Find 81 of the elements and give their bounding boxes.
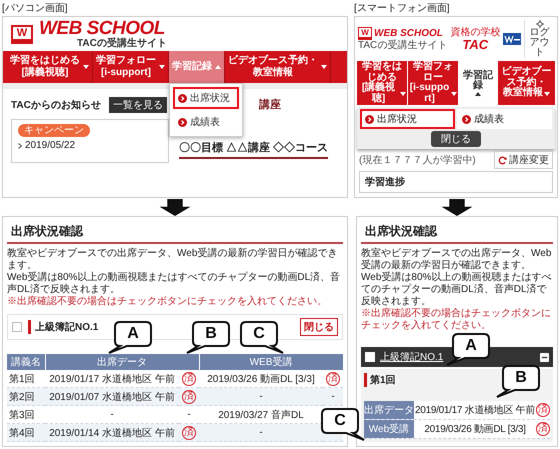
gear-icon (536, 20, 544, 28)
brand-name: TAC (462, 38, 488, 51)
refresh-icon (498, 156, 507, 164)
menu-item[interactable]: 出席状況 (360, 109, 455, 129)
logo-title: WEB SCHOOL (374, 28, 443, 39)
progress-title: 学習進捗 (365, 177, 405, 188)
chevron-circle-icon (178, 94, 187, 102)
news-date: 2019/05/22 (25, 140, 76, 151)
table-cell: 2019/01/07 水道橋地区 午前 (45, 388, 179, 406)
down-arrow-icon (159, 198, 191, 216)
table-cell-text: 2019/01/17 水道橋地区 午前 (414, 404, 536, 418)
collapse-icon[interactable] (540, 352, 549, 362)
page-title: 出席状況確認 (7, 221, 343, 244)
view-all-button[interactable]: 一覧を見る (108, 97, 167, 113)
section-caption: [スマートフォン画面] (354, 2, 450, 16)
chevron-circle-icon (365, 114, 374, 124)
callout: C (239, 320, 285, 355)
down-arrow-icon (441, 198, 473, 216)
notice-text: ※出席確認不要の場合はチェックボタンにチェックを入れてください。 (361, 308, 552, 332)
logo-subtitle: TACの受講生サイト (358, 40, 448, 51)
table-cell: - (199, 424, 323, 442)
done-stamp: 済 (182, 426, 196, 440)
nav-item[interactable]: ビデオブース予約・ 教室情報 (498, 61, 555, 105)
nav-item[interactable]: ビデオブース予約・ 教室情報 (225, 51, 330, 83)
lecture-title: 第1回 (364, 373, 396, 387)
description-text: 教室やビデオブースでの出席データ、Web受講の最新の学習日が確認できます。 (361, 248, 552, 272)
menu-item[interactable]: 成績表 (457, 109, 552, 129)
callout: B (495, 364, 541, 399)
row-label: Web受講 (364, 420, 414, 438)
change-course-button[interactable]: 講座変更 (494, 151, 553, 169)
column-header: 出席データ (45, 354, 199, 370)
menu-item[interactable]: 成績表 (173, 111, 239, 133)
description-text: Web受講は80%以上の動画視聴またはすべてのチャプターの動画DL済、音声DL済で反映されます。 (7, 272, 342, 296)
done-stamp: 済 (326, 372, 340, 386)
table-cell: 第2回 (7, 388, 45, 406)
chevron-icon (18, 142, 22, 148)
logo-subtitle: TACの受講生サイト (77, 38, 167, 49)
dash-text: - (331, 391, 335, 402)
logo-title: WEB SCHOOL (39, 19, 166, 38)
logo-mark: W (358, 27, 372, 40)
table-cell-text: 2019/03/26 動画DL [3/3] (423, 423, 527, 437)
notice-text: ※出席確認不要の場合はチェックボタンにチェックを入れてください。 (7, 296, 327, 308)
column-header: 講義名 (7, 354, 45, 370)
brand-tagline: 資格の学校 (450, 27, 500, 38)
course-name: 〇〇目標 △△講座 ◇◇コース (179, 140, 328, 159)
table-cell: 2019/01/14 水道橋地区 午前 (45, 424, 179, 442)
chevron-circle-icon (462, 114, 471, 124)
done-stamp: 済 (536, 403, 550, 417)
nav-item[interactable]: 学習をはじめる [講義視聴] (7, 51, 92, 83)
row-label: 出席データ (364, 401, 414, 419)
section-caption: [パソコン画面] (2, 2, 68, 16)
checkbox[interactable] (12, 322, 22, 332)
table-cell: - (199, 388, 323, 406)
campaign-tag: キャンペーン (18, 124, 90, 137)
menu-item[interactable]: 出席状況 (173, 87, 239, 109)
done-stamp: 済 (536, 422, 550, 436)
callout: B (185, 320, 231, 355)
description-text: Web受講は80%以上の動画視聴またはすべてのチャプターの動画DL済、音声DL済で反映されます。 (361, 272, 552, 308)
course-title: 上級簿記NO.1 (28, 320, 98, 334)
nav-item[interactable]: 学習をはじめる [講義視聴] (357, 61, 407, 105)
course-title: 上級簿記NO.1 (380, 350, 444, 364)
logo-mark: W (11, 24, 33, 44)
description-text: 教室やビデオブースでの出席データ、Web受講の最新の学習日が確認できます。 (7, 248, 338, 272)
badge-icon (503, 33, 522, 45)
news-title: TACからのお知らせ (11, 98, 101, 112)
table-cell: 第4回 (7, 424, 45, 442)
column-header: WEB受講 (199, 354, 343, 370)
callout: A (445, 332, 491, 367)
course-category: 講座 (259, 98, 281, 112)
callout: C (320, 407, 366, 442)
dash-text: - (187, 409, 191, 420)
chevron-circle-icon (178, 118, 187, 126)
callout: A (107, 320, 153, 355)
page-title: 出席状況確認 (361, 221, 553, 244)
nav-item[interactable]: 学習フォロー [i-support] (408, 61, 458, 105)
done-stamp: 済 (182, 390, 196, 404)
close-button[interactable]: 閉じる (300, 318, 338, 336)
close-button[interactable]: 閉じる (431, 131, 481, 147)
done-stamp: 済 (182, 372, 196, 386)
learners-count: (現在１７７７人が学習中) (359, 154, 476, 167)
nav-item[interactable]: 学習フォロー [i-support] (93, 51, 168, 83)
